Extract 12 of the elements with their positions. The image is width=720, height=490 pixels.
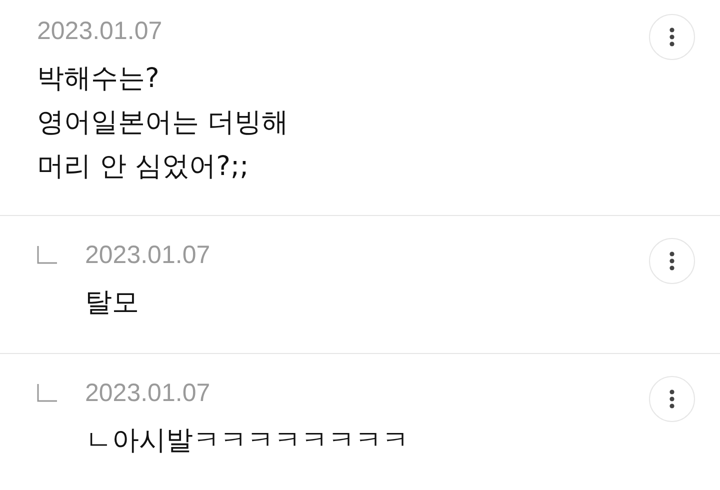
more-options-button[interactable] — [649, 376, 695, 422]
more-icon — [669, 389, 675, 409]
comment-text: 탈모 — [85, 286, 140, 320]
comment-text: 박해수는? 영어일본어는 더빙해 머리 안 심었어?;; — [37, 62, 290, 184]
more-icon — [669, 251, 675, 271]
more-options-button[interactable] — [649, 238, 695, 284]
more-icon — [669, 27, 675, 47]
comment-text: ㄴ아시발ㅋㅋㅋㅋㅋㅋㅋㅋ — [85, 424, 410, 458]
more-options-button[interactable] — [649, 14, 695, 60]
comment-date: 2023.01.07 — [37, 16, 164, 47]
comment-date: 2023.01.07 — [85, 240, 212, 271]
comment-date: 2023.01.07 — [85, 378, 212, 409]
